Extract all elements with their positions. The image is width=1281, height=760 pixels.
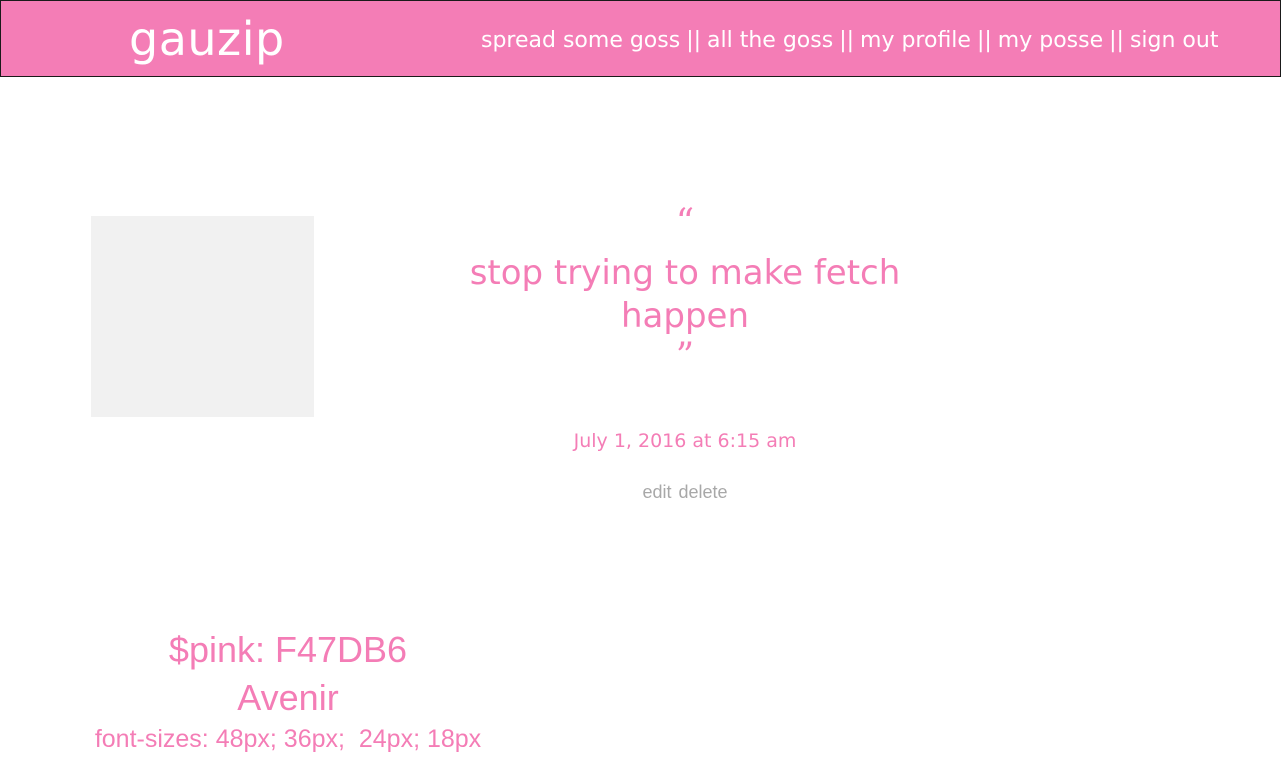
font-sizes-note: font-sizes: 48px; 36px; 24px; 18px <box>94 725 482 753</box>
nav-separator: || <box>686 28 702 53</box>
nav-spread-some-goss[interactable]: spread some goss <box>481 26 680 56</box>
nav-my-profile[interactable]: my profile <box>860 26 971 56</box>
logo[interactable]: gauzip <box>129 12 285 66</box>
color-note: $pink: F47DB6 <box>168 629 408 670</box>
nav-sign-out[interactable]: sign out <box>1130 26 1219 56</box>
close-quote-mark: ” <box>675 336 695 377</box>
nav-separator: || <box>839 28 855 53</box>
delete-link[interactable]: delete <box>679 482 728 502</box>
nav-separator: || <box>976 28 992 53</box>
post-timestamp: July 1, 2016 at 6:15 am <box>573 430 797 452</box>
avatar-image-placeholder <box>91 216 314 417</box>
style-guide-notes: $pink: F47DB6 Avenir font-sizes: 48px; 3… <box>60 626 516 756</box>
goss-post: “ stop trying to make fetch happen ” <box>445 202 925 377</box>
nav-all-the-goss[interactable]: all the goss <box>707 26 833 56</box>
edit-link[interactable]: edit <box>642 482 671 502</box>
open-quote-mark: “ <box>675 202 695 243</box>
nav-separator: || <box>1109 28 1124 53</box>
post-actions: edit delete <box>485 480 885 504</box>
nav-my-posse[interactable]: my posse <box>998 26 1103 56</box>
post-text: stop trying to make fetch happen <box>469 253 901 336</box>
main-nav: spread some goss || all the goss || my p… <box>481 26 1218 56</box>
font-note: Avenir <box>237 677 339 718</box>
top-nav-bar: gauzip spread some goss || all the goss … <box>0 0 1281 77</box>
